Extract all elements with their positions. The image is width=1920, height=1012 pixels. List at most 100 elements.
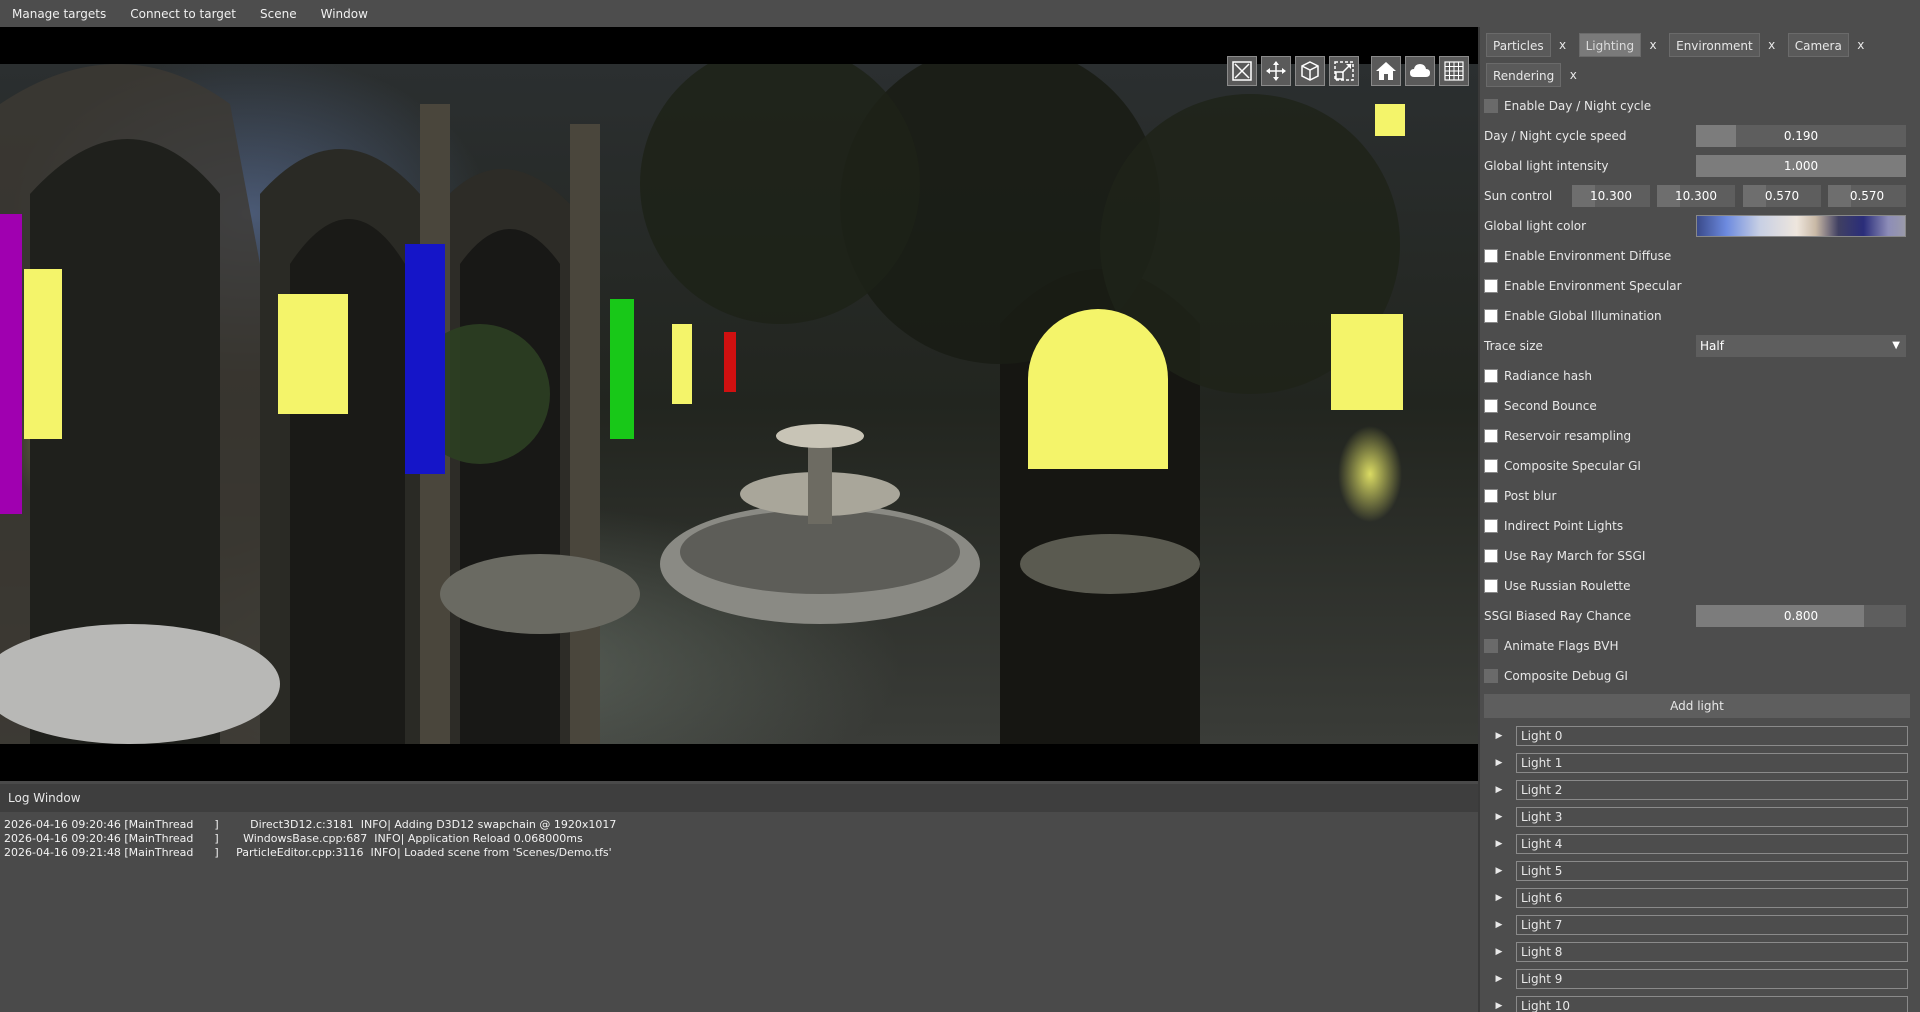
close-icon[interactable]: x bbox=[1561, 68, 1585, 82]
composite-spec-row[interactable]: Composite Specular GI bbox=[1484, 455, 1910, 477]
list-item[interactable]: ▶ Light 2 bbox=[1488, 779, 1908, 801]
sun-control-field[interactable]: 0.570 bbox=[1743, 185, 1821, 207]
global-intensity-slider[interactable]: 1.000 bbox=[1696, 155, 1906, 177]
close-icon[interactable]: x bbox=[1551, 38, 1575, 52]
rotate-tool-button[interactable] bbox=[1295, 56, 1325, 86]
env-specular-row[interactable]: Enable Environment Specular bbox=[1484, 275, 1910, 297]
global-color-gradient[interactable] bbox=[1696, 215, 1906, 237]
expand-arrow-icon[interactable]: ▶ bbox=[1488, 731, 1510, 741]
expand-arrow-icon[interactable]: ▶ bbox=[1488, 839, 1510, 849]
post-blur-checkbox[interactable] bbox=[1484, 489, 1498, 503]
composite-debug-row[interactable]: Composite Debug GI bbox=[1484, 665, 1910, 687]
russian-roulette-checkbox[interactable] bbox=[1484, 579, 1498, 593]
menu-connect-to-target[interactable]: Connect to target bbox=[118, 7, 248, 21]
light-name[interactable]: Light 4 bbox=[1516, 834, 1908, 854]
scene-viewport[interactable] bbox=[0, 27, 1478, 781]
global-illum-row[interactable]: Enable Global Illumination bbox=[1484, 305, 1910, 327]
env-diffuse-checkbox[interactable] bbox=[1484, 249, 1498, 263]
sun-control-field[interactable]: 0.570 bbox=[1828, 185, 1906, 207]
tab-label[interactable]: Rendering bbox=[1486, 63, 1562, 87]
tab-camera[interactable]: Camera x bbox=[1787, 33, 1873, 57]
animate-flags-checkbox[interactable] bbox=[1484, 639, 1498, 653]
expand-arrow-icon[interactable]: ▶ bbox=[1488, 758, 1510, 768]
second-bounce-checkbox[interactable] bbox=[1484, 399, 1498, 413]
expand-arrow-icon[interactable]: ▶ bbox=[1488, 812, 1510, 822]
home-button[interactable] bbox=[1371, 56, 1401, 86]
list-item[interactable]: ▶ Light 6 bbox=[1488, 887, 1908, 909]
indirect-point-row[interactable]: Indirect Point Lights bbox=[1484, 515, 1910, 537]
light-name[interactable]: Light 7 bbox=[1516, 915, 1908, 935]
post-blur-row[interactable]: Post blur bbox=[1484, 485, 1910, 507]
chevron-down-icon: ▼ bbox=[1892, 340, 1900, 351]
tab-label[interactable]: Environment bbox=[1669, 33, 1760, 57]
light-name[interactable]: Light 3 bbox=[1516, 807, 1908, 827]
menu-window[interactable]: Window bbox=[309, 7, 380, 21]
expand-arrow-icon[interactable]: ▶ bbox=[1488, 947, 1510, 957]
list-item[interactable]: ▶ Light 3 bbox=[1488, 806, 1908, 828]
light-name[interactable]: Light 9 bbox=[1516, 969, 1908, 989]
light-name[interactable]: Light 2 bbox=[1516, 780, 1908, 800]
indirect-point-checkbox[interactable] bbox=[1484, 519, 1498, 533]
sun-control-field[interactable]: 10.300 bbox=[1572, 185, 1650, 207]
tab-label[interactable]: Lighting bbox=[1578, 33, 1642, 57]
ray-march-row[interactable]: Use Ray March for SSGI bbox=[1484, 545, 1910, 567]
env-specular-checkbox[interactable] bbox=[1484, 279, 1498, 293]
light-name[interactable]: Light 10 bbox=[1516, 996, 1908, 1012]
expand-arrow-icon[interactable]: ▶ bbox=[1488, 1001, 1510, 1011]
light-name[interactable]: Light 1 bbox=[1516, 753, 1908, 773]
expand-arrow-icon[interactable]: ▶ bbox=[1488, 974, 1510, 984]
enable-day-night-checkbox[interactable] bbox=[1484, 99, 1498, 113]
log-body[interactable]: 2026-04-16 09:20:46 [MainThread ] Direct… bbox=[0, 812, 1478, 866]
menu-manage-targets[interactable]: Manage targets bbox=[0, 7, 118, 21]
tab-label[interactable]: Particles bbox=[1486, 33, 1551, 57]
list-item[interactable]: ▶ Light 10 bbox=[1488, 995, 1908, 1012]
reservoir-row[interactable]: Reservoir resampling bbox=[1484, 425, 1910, 447]
env-diffuse-row[interactable]: Enable Environment Diffuse bbox=[1484, 245, 1910, 267]
russian-roulette-row[interactable]: Use Russian Roulette bbox=[1484, 575, 1910, 597]
reservoir-checkbox[interactable] bbox=[1484, 429, 1498, 443]
scale-tool-button[interactable] bbox=[1329, 56, 1359, 86]
light-name[interactable]: Light 5 bbox=[1516, 861, 1908, 881]
list-item[interactable]: ▶ Light 5 bbox=[1488, 860, 1908, 882]
composite-spec-checkbox[interactable] bbox=[1484, 459, 1498, 473]
list-item[interactable]: ▶ Light 8 bbox=[1488, 941, 1908, 963]
light-name[interactable]: Light 6 bbox=[1516, 888, 1908, 908]
cloud-button[interactable] bbox=[1405, 56, 1435, 86]
list-item[interactable]: ▶ Light 9 bbox=[1488, 968, 1908, 990]
sun-control-field[interactable]: 10.300 bbox=[1657, 185, 1735, 207]
tab-environment[interactable]: Environment x bbox=[1669, 33, 1784, 57]
list-item[interactable]: ▶ Light 7 bbox=[1488, 914, 1908, 936]
radiance-hash-row[interactable]: Radiance hash bbox=[1484, 365, 1910, 387]
global-illum-checkbox[interactable] bbox=[1484, 309, 1498, 323]
tab-rendering[interactable]: Rendering x bbox=[1486, 63, 1585, 87]
animate-flags-row[interactable]: Animate Flags BVH bbox=[1484, 635, 1910, 657]
ray-march-checkbox[interactable] bbox=[1484, 549, 1498, 563]
day-night-speed-slider[interactable]: 0.190 bbox=[1696, 125, 1906, 147]
close-icon[interactable]: x bbox=[1849, 38, 1873, 52]
tab-lighting[interactable]: Lighting x bbox=[1578, 33, 1666, 57]
tab-label[interactable]: Camera bbox=[1787, 33, 1849, 57]
add-light-button[interactable]: Add light bbox=[1484, 694, 1910, 718]
expand-arrow-icon[interactable]: ▶ bbox=[1488, 893, 1510, 903]
menu-scene[interactable]: Scene bbox=[248, 7, 309, 21]
close-icon[interactable]: x bbox=[1641, 38, 1665, 52]
list-item[interactable]: ▶ Light 1 bbox=[1488, 752, 1908, 774]
expand-arrow-icon[interactable]: ▶ bbox=[1488, 785, 1510, 795]
radiance-hash-checkbox[interactable] bbox=[1484, 369, 1498, 383]
light-name[interactable]: Light 8 bbox=[1516, 942, 1908, 962]
enable-day-night-row[interactable]: Enable Day / Night cycle bbox=[1484, 95, 1910, 117]
list-item[interactable]: ▶ Light 4 bbox=[1488, 833, 1908, 855]
tab-particles[interactable]: Particles x bbox=[1486, 33, 1575, 57]
trace-size-select[interactable]: Half ▼ bbox=[1696, 335, 1906, 357]
select-tool-button[interactable] bbox=[1227, 56, 1257, 86]
close-icon[interactable]: x bbox=[1760, 38, 1784, 52]
composite-debug-checkbox[interactable] bbox=[1484, 669, 1498, 683]
move-tool-button[interactable] bbox=[1261, 56, 1291, 86]
light-name[interactable]: Light 0 bbox=[1516, 726, 1908, 746]
list-item[interactable]: ▶ Light 0 bbox=[1488, 725, 1908, 747]
second-bounce-row[interactable]: Second Bounce bbox=[1484, 395, 1910, 417]
expand-arrow-icon[interactable]: ▶ bbox=[1488, 920, 1510, 930]
grid-button[interactable] bbox=[1439, 56, 1469, 86]
ssgi-biased-slider[interactable]: 0.800 bbox=[1696, 605, 1906, 627]
expand-arrow-icon[interactable]: ▶ bbox=[1488, 866, 1510, 876]
